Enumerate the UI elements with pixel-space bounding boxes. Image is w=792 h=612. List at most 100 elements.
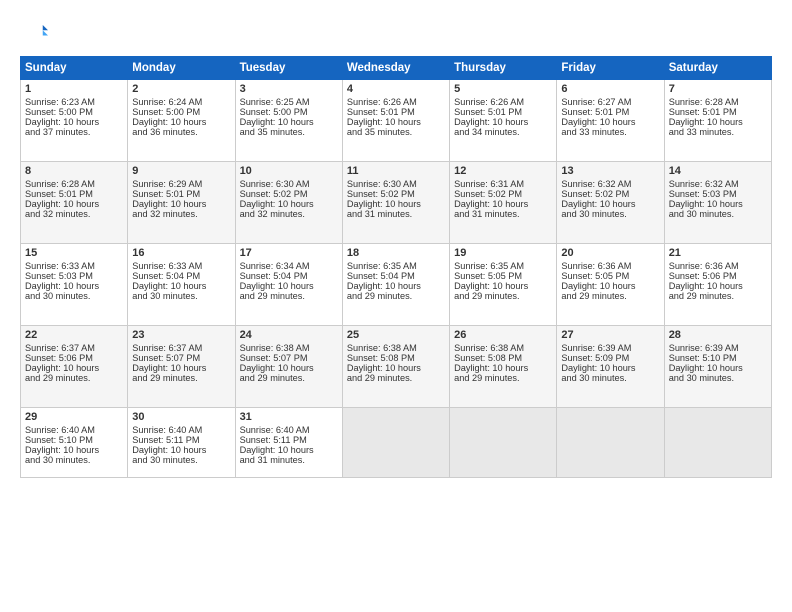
day-info-line: Sunset: 5:03 PM (25, 271, 123, 281)
day-number: 12 (454, 165, 552, 177)
calendar-cell: 18Sunrise: 6:35 AMSunset: 5:04 PMDayligh… (342, 244, 449, 326)
day-info-line: Sunset: 5:07 PM (132, 353, 230, 363)
day-info-line: Daylight: 10 hours (25, 445, 123, 455)
day-info-line: Daylight: 10 hours (240, 445, 338, 455)
day-info-line: and 30 minutes. (25, 291, 123, 301)
week-row-3: 15Sunrise: 6:33 AMSunset: 5:03 PMDayligh… (21, 244, 772, 326)
day-info-line: and 30 minutes. (132, 455, 230, 465)
day-info-line: Sunrise: 6:25 AM (240, 97, 338, 107)
day-number: 1 (25, 83, 123, 95)
day-info-line: Sunset: 5:00 PM (132, 107, 230, 117)
day-info-line: Sunset: 5:10 PM (669, 353, 767, 363)
calendar-cell: 19Sunrise: 6:35 AMSunset: 5:05 PMDayligh… (450, 244, 557, 326)
day-info-line: Daylight: 10 hours (240, 363, 338, 373)
day-info-line: Sunrise: 6:36 AM (669, 261, 767, 271)
day-info-line: Daylight: 10 hours (25, 199, 123, 209)
day-info-line: and 30 minutes. (561, 209, 659, 219)
day-number: 8 (25, 165, 123, 177)
day-info-line: Sunrise: 6:29 AM (132, 179, 230, 189)
day-info-line: and 32 minutes. (25, 209, 123, 219)
day-info-line: Sunset: 5:02 PM (240, 189, 338, 199)
calendar-cell: 6Sunrise: 6:27 AMSunset: 5:01 PMDaylight… (557, 80, 664, 162)
day-info-line: Sunrise: 6:32 AM (561, 179, 659, 189)
day-info-line: and 32 minutes. (240, 209, 338, 219)
day-info-line: Daylight: 10 hours (347, 363, 445, 373)
calendar-cell: 25Sunrise: 6:38 AMSunset: 5:08 PMDayligh… (342, 326, 449, 408)
day-info-line: Sunset: 5:07 PM (240, 353, 338, 363)
day-info-line: Sunset: 5:01 PM (454, 107, 552, 117)
day-info-line: and 30 minutes. (561, 373, 659, 383)
day-info-line: Daylight: 10 hours (132, 363, 230, 373)
day-info-line: Sunset: 5:11 PM (240, 435, 338, 445)
calendar-cell: 28Sunrise: 6:39 AMSunset: 5:10 PMDayligh… (664, 326, 771, 408)
day-info-line: Daylight: 10 hours (132, 199, 230, 209)
day-number: 7 (669, 83, 767, 95)
day-info-line: Sunset: 5:00 PM (25, 107, 123, 117)
day-info-line: Daylight: 10 hours (669, 117, 767, 127)
day-info-line: Sunset: 5:08 PM (347, 353, 445, 363)
day-info-line: Sunrise: 6:38 AM (454, 343, 552, 353)
day-info-line: Sunrise: 6:27 AM (561, 97, 659, 107)
calendar-cell: 13Sunrise: 6:32 AMSunset: 5:02 PMDayligh… (557, 162, 664, 244)
day-info-line: and 33 minutes. (669, 127, 767, 137)
week-row-4: 22Sunrise: 6:37 AMSunset: 5:06 PMDayligh… (21, 326, 772, 408)
day-info-line: Sunset: 5:11 PM (132, 435, 230, 445)
day-number: 4 (347, 83, 445, 95)
day-info-line: Sunset: 5:06 PM (669, 271, 767, 281)
calendar-cell: 21Sunrise: 6:36 AMSunset: 5:06 PMDayligh… (664, 244, 771, 326)
day-info-line: Daylight: 10 hours (454, 363, 552, 373)
day-number: 24 (240, 329, 338, 341)
day-info-line: Sunrise: 6:38 AM (240, 343, 338, 353)
day-info-line: and 29 minutes. (347, 373, 445, 383)
day-info-line: Sunrise: 6:40 AM (240, 425, 338, 435)
weekday-saturday: Saturday (664, 57, 771, 80)
day-info-line: and 29 minutes. (347, 291, 445, 301)
day-info-line: and 37 minutes. (25, 127, 123, 137)
day-info-line: Sunrise: 6:30 AM (240, 179, 338, 189)
calendar-cell: 30Sunrise: 6:40 AMSunset: 5:11 PMDayligh… (128, 408, 235, 478)
day-info-line: Daylight: 10 hours (561, 363, 659, 373)
calendar-cell: 27Sunrise: 6:39 AMSunset: 5:09 PMDayligh… (557, 326, 664, 408)
day-number: 23 (132, 329, 230, 341)
calendar-cell: 23 Sunrise: 6:37 AMSunset: 5:07 PMDayligh… (128, 326, 235, 408)
calendar-cell (342, 408, 449, 478)
day-info-line: Sunset: 5:01 PM (132, 189, 230, 199)
calendar-cell: 14Sunrise: 6:32 AMSunset: 5:03 PMDayligh… (664, 162, 771, 244)
day-info-line: and 30 minutes. (25, 455, 123, 465)
day-info-line: Sunrise: 6:23 AM (25, 97, 123, 107)
day-info-line: Sunrise: 6:35 AM (454, 261, 552, 271)
day-number: 25 (347, 329, 445, 341)
day-info-line: and 31 minutes. (454, 209, 552, 219)
weekday-thursday: Thursday (450, 57, 557, 80)
day-info-line: Sunrise: 6:33 AM (132, 261, 230, 271)
day-info-line: and 31 minutes. (240, 455, 338, 465)
weekday-monday: Monday (128, 57, 235, 80)
day-info-line: Sunrise: 6:28 AM (669, 97, 767, 107)
day-info-line: and 36 minutes. (132, 127, 230, 137)
day-number: 11 (347, 165, 445, 177)
day-info-line: and 30 minutes. (132, 291, 230, 301)
logo (20, 18, 52, 46)
day-number: 5 (454, 83, 552, 95)
calendar-cell (450, 408, 557, 478)
day-info-line: and 29 minutes. (240, 373, 338, 383)
day-number: 6 (561, 83, 659, 95)
calendar-body: 1Sunrise: 6:23 AMSunset: 5:00 PMDaylight… (21, 80, 772, 478)
day-number: 13 (561, 165, 659, 177)
calendar-cell: 7Sunrise: 6:28 AMSunset: 5:01 PMDaylight… (664, 80, 771, 162)
day-number: 2 (132, 83, 230, 95)
day-info-line: Daylight: 10 hours (240, 117, 338, 127)
day-info-line: and 29 minutes. (132, 373, 230, 383)
day-info-line: Sunrise: 6:40 AM (132, 425, 230, 435)
day-info-line: Sunset: 5:04 PM (347, 271, 445, 281)
day-info-line: Sunset: 5:09 PM (561, 353, 659, 363)
calendar-cell: 31Sunrise: 6:40 AMSunset: 5:11 PMDayligh… (235, 408, 342, 478)
day-info-line: and 35 minutes. (240, 127, 338, 137)
day-number: 16 (132, 247, 230, 259)
day-info-line: Sunrise: 6:37 AM (132, 343, 230, 353)
day-number: 17 (240, 247, 338, 259)
weekday-wednesday: Wednesday (342, 57, 449, 80)
calendar-cell (664, 408, 771, 478)
day-info-line: and 29 minutes. (240, 291, 338, 301)
day-info-line: and 29 minutes. (561, 291, 659, 301)
